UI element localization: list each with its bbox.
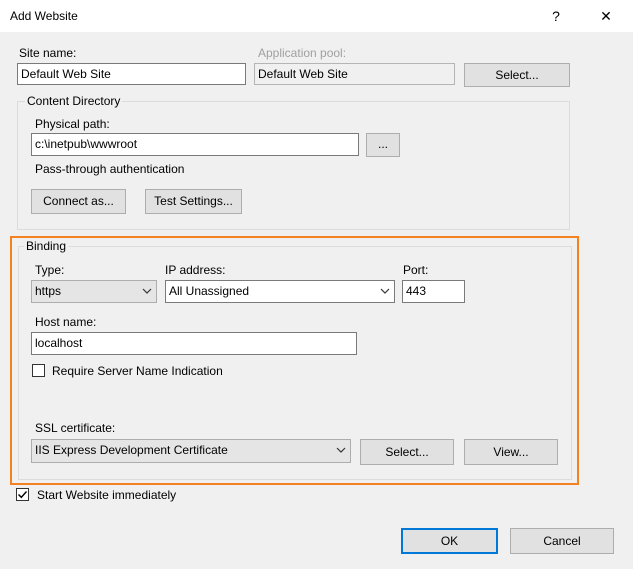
start-website-label: Start Website immediately xyxy=(37,488,177,502)
chevron-down-icon xyxy=(142,288,152,294)
ip-address-select[interactable]: All Unassigned xyxy=(165,280,395,303)
app-pool-field: Default Web Site xyxy=(254,63,455,85)
close-button[interactable]: ✕ xyxy=(596,6,616,26)
ssl-select-button[interactable]: Select... xyxy=(360,439,454,465)
title-bar xyxy=(0,0,633,32)
host-name-label: Host name: xyxy=(35,315,97,329)
cancel-button[interactable]: Cancel xyxy=(510,528,614,554)
port-field[interactable]: 443 xyxy=(402,280,465,303)
ok-button[interactable]: OK xyxy=(401,528,498,554)
physical-path-label: Physical path: xyxy=(35,117,110,131)
ip-address-value: All Unassigned xyxy=(169,284,250,298)
sni-checkbox[interactable] xyxy=(32,364,45,377)
dialog-title: Add Website xyxy=(10,9,78,23)
ip-address-label: IP address: xyxy=(165,263,226,277)
ssl-certificate-select[interactable]: IIS Express Development Certificate xyxy=(31,439,351,463)
chevron-down-icon xyxy=(380,288,390,294)
connect-as-button[interactable]: Connect as... xyxy=(31,189,126,214)
physical-path-field[interactable]: c:\inetpub\wwwroot xyxy=(31,133,359,156)
type-label: Type: xyxy=(35,263,65,277)
type-value: https xyxy=(35,284,62,298)
port-label: Port: xyxy=(403,263,429,277)
type-select[interactable]: https xyxy=(31,280,157,303)
ssl-certificate-label: SSL certificate: xyxy=(35,421,116,435)
ssl-view-button[interactable]: View... xyxy=(464,439,558,465)
chevron-down-icon xyxy=(336,447,346,453)
host-name-field[interactable]: localhost xyxy=(31,332,357,355)
help-button[interactable]: ? xyxy=(546,6,566,26)
browse-path-button[interactable]: ... xyxy=(366,133,400,157)
sni-label: Require Server Name Indication xyxy=(52,364,223,378)
site-name-label: Site name: xyxy=(19,46,77,60)
binding-title: Binding xyxy=(24,239,69,253)
start-website-checkbox[interactable] xyxy=(16,488,29,501)
content-directory-title: Content Directory xyxy=(25,94,123,108)
test-settings-button[interactable]: Test Settings... xyxy=(145,189,242,214)
site-name-field[interactable]: Default Web Site xyxy=(17,63,246,85)
select-app-pool-button[interactable]: Select... xyxy=(464,63,570,87)
pass-through-label: Pass-through authentication xyxy=(35,162,185,176)
checkmark-icon xyxy=(18,491,28,499)
app-pool-label: Application pool: xyxy=(258,46,347,60)
ssl-certificate-value: IIS Express Development Certificate xyxy=(35,443,228,457)
